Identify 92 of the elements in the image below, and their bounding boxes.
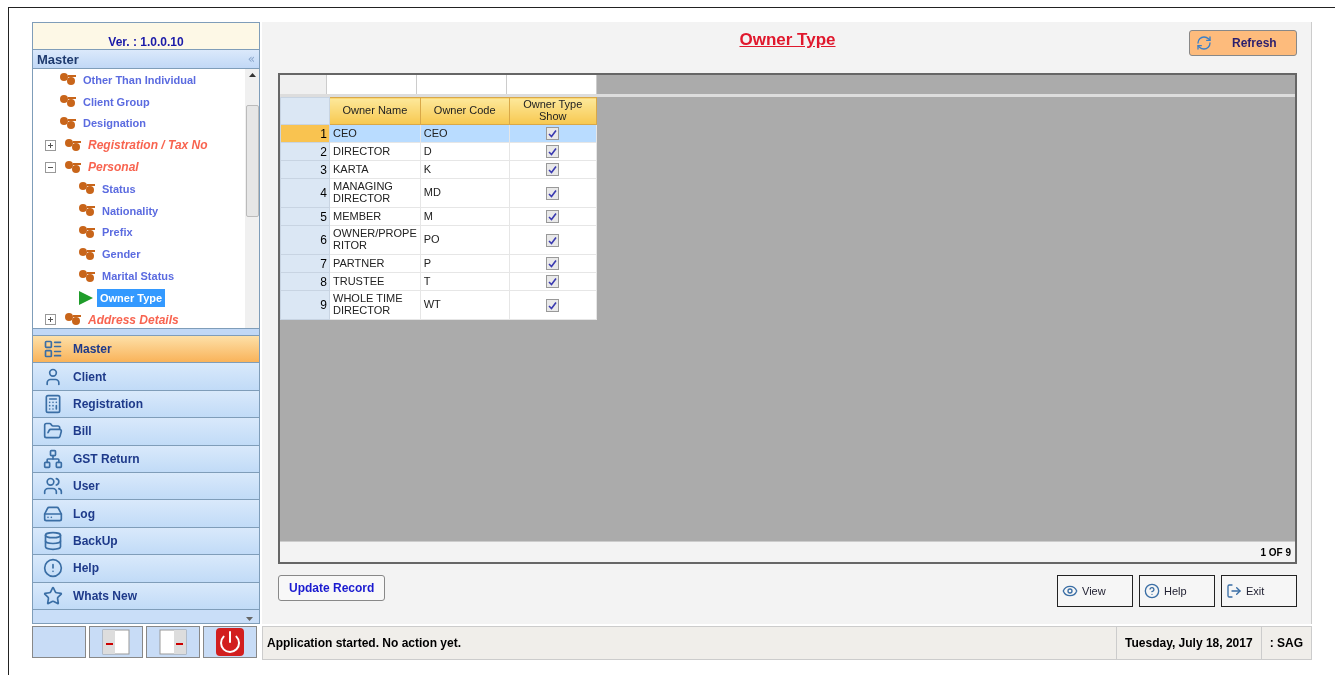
filter-corner <box>280 75 327 94</box>
keys-icon <box>78 181 96 197</box>
alert-icon <box>43 558 63 579</box>
nav-item[interactable]: BackUp <box>33 527 259 556</box>
nav-item[interactable]: User <box>33 472 259 501</box>
tree-item[interactable]: Prefix <box>99 223 136 242</box>
checkbox[interactable] <box>546 145 560 158</box>
window-icon <box>159 629 187 655</box>
tree-item[interactable]: Status <box>99 179 139 198</box>
checkbox[interactable] <box>546 275 560 288</box>
action-button[interactable]: Help <box>1139 575 1215 607</box>
checkbox[interactable] <box>546 186 560 200</box>
checkbox[interactable] <box>546 298 560 312</box>
view-icon <box>1062 583 1078 599</box>
row-number: 6 <box>280 225 330 255</box>
power-icon <box>216 628 244 656</box>
table-cell: WT <box>420 290 510 320</box>
network-icon <box>43 448 63 469</box>
expand-icon[interactable] <box>45 139 56 151</box>
help-icon <box>1144 583 1160 599</box>
checkbox[interactable] <box>546 163 560 176</box>
row-number: 4 <box>280 178 330 208</box>
nav-item[interactable]: Log <box>33 500 259 528</box>
filter-field[interactable] <box>417 75 507 94</box>
scroll-up-icon[interactable] <box>248 73 256 77</box>
play-icon <box>78 289 94 306</box>
table-cell: MANAGING DIRECTOR <box>329 178 421 208</box>
keys-icon <box>64 159 82 175</box>
keys-icon <box>78 203 96 219</box>
column-header[interactable]: Owner Type Show <box>509 97 597 125</box>
record-count: 1 OF 9 <box>1260 546 1291 558</box>
panel-title: Master <box>37 51 79 67</box>
nav-item[interactable]: GST Return <box>33 445 259 473</box>
row-number: 9 <box>280 290 330 320</box>
checkbox[interactable] <box>546 127 560 140</box>
keys-icon <box>64 137 82 153</box>
expand-icon[interactable] <box>45 314 56 326</box>
table-cell: MD <box>420 178 510 208</box>
people-icon <box>43 476 63 497</box>
scrollbar[interactable] <box>245 69 259 328</box>
nav-item[interactable]: Bill <box>33 418 259 446</box>
tree-item[interactable]: Client Group <box>80 92 153 111</box>
blank-button[interactable] <box>32 626 86 658</box>
checkbox[interactable] <box>546 257 560 270</box>
version-label: Ver. : 1.0.0.10 <box>33 23 259 49</box>
table-cell: PO <box>420 225 510 255</box>
filter-field[interactable] <box>327 75 417 94</box>
nav-item[interactable]: Client <box>33 363 259 391</box>
table-cell: WHOLE TIME DIRECTOR <box>329 290 421 320</box>
keys-icon <box>59 72 77 88</box>
keys-icon <box>78 246 96 262</box>
tree-item[interactable]: Nationality <box>99 201 162 220</box>
nav-item[interactable]: Master <box>33 336 259 364</box>
keys-icon <box>78 268 96 284</box>
calculator-icon <box>43 393 63 414</box>
status-user: : SAG <box>1260 627 1311 659</box>
status-date: Tuesday, July 18, 2017 <box>1116 627 1261 659</box>
star-icon <box>43 585 63 606</box>
filter-field[interactable] <box>507 75 597 94</box>
tree-item[interactable]: Other Than Individual <box>80 70 200 89</box>
tree-item[interactable]: Designation <box>80 114 149 133</box>
keys-icon <box>64 312 82 328</box>
table-cell: OWNER/PROPE RITOR <box>329 225 421 255</box>
power-button[interactable] <box>203 626 257 658</box>
exit-icon <box>1226 583 1242 599</box>
nav-item[interactable]: Registration <box>33 390 259 419</box>
status-message: Application started. No action yet. <box>266 635 463 652</box>
nav-item[interactable]: Whats New <box>33 582 259 610</box>
refresh-button[interactable]: Refresh <box>1189 30 1297 56</box>
tree-item[interactable]: Marital Status <box>99 267 178 286</box>
action-button[interactable]: View <box>1057 575 1133 607</box>
column-header[interactable]: Owner Name <box>329 97 421 125</box>
chevron-down-icon[interactable] <box>246 617 253 621</box>
collapse-icon[interactable] <box>45 161 56 173</box>
column-header[interactable]: Owner Code <box>420 97 510 125</box>
layout-button[interactable] <box>146 626 200 658</box>
checkbox[interactable] <box>546 210 560 223</box>
checkbox[interactable] <box>546 233 560 247</box>
nav-item[interactable]: Help <box>33 555 259 583</box>
update-record-button[interactable]: Update Record <box>278 575 386 601</box>
keys-icon <box>78 224 96 240</box>
refresh-icon <box>1196 35 1212 51</box>
layout-button[interactable] <box>89 626 143 658</box>
action-button[interactable]: Exit <box>1221 575 1297 607</box>
person-icon <box>43 366 63 387</box>
tree-item[interactable]: Gender <box>99 245 144 264</box>
window-icon <box>102 629 130 655</box>
keys-icon <box>59 116 77 131</box>
database-icon <box>43 530 63 551</box>
list-icon <box>43 339 63 360</box>
keys-icon <box>59 94 77 110</box>
page-title: Owner Type <box>739 30 836 50</box>
